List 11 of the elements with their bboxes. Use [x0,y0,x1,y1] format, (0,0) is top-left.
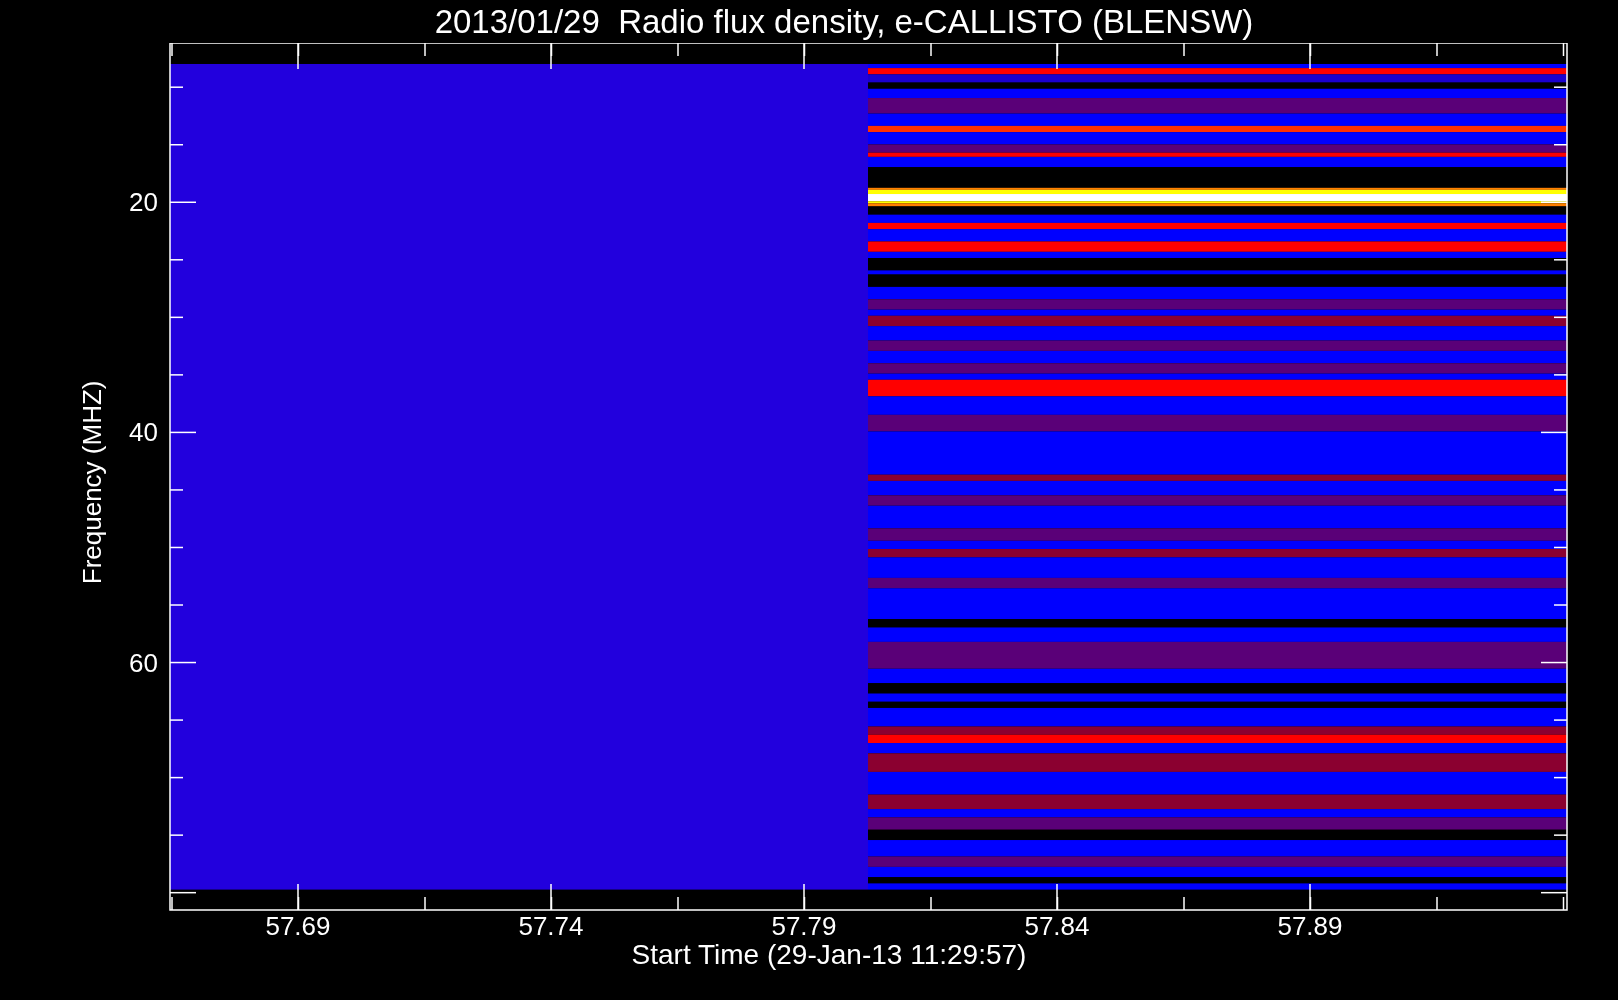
y-tick-label: 20 [129,187,158,218]
x-tick-label: 57.79 [771,911,837,941]
x-tick-label: 57.74 [518,911,584,941]
x-tick-label: 57.89 [1277,911,1343,941]
x-tick-label: 57.69 [265,911,331,941]
x-axis-label: Start Time (29-Jan-13 11:29:57) [631,941,1027,969]
y-tick-label: 60 [129,647,158,678]
plot-title: 2013/01/29 Radio flux density, e-CALLISTO (BLENSW) [434,5,1254,38]
y-tick-label: 40 [129,417,158,448]
y-axis-label: Frequency (MHZ) [77,380,107,585]
x-tick-label: 57.84 [1024,911,1090,941]
